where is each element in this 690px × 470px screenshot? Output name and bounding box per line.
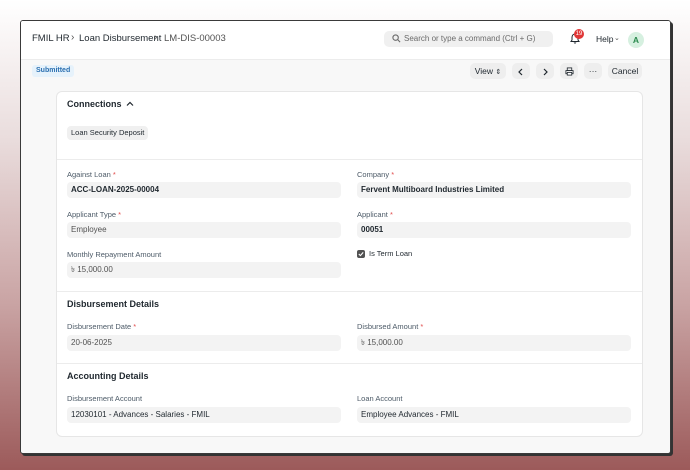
- view-label: View: [474, 66, 494, 76]
- search-placeholder: Search or type a command (Ctrl + G): [404, 34, 536, 43]
- company-label: Company *: [357, 170, 395, 179]
- notification-count-badge: 19: [574, 29, 584, 39]
- applicant-type-field[interactable]: Employee: [67, 222, 341, 238]
- loan-account-label: Loan Account: [357, 394, 403, 403]
- disbursed-amount-label: Disbursed Amount *: [357, 322, 424, 331]
- disbursement-date-field[interactable]: 20-06-2025: [67, 335, 341, 351]
- breadcrumb-separator-icon: ›: [71, 32, 75, 43]
- cancel-button[interactable]: Cancel: [608, 63, 642, 79]
- chevron-left-icon: [518, 68, 523, 76]
- previous-doc-button[interactable]: [512, 63, 530, 79]
- section-divider: [57, 363, 642, 364]
- against-loan-field[interactable]: ACC-LOAN-2025-00004: [67, 182, 341, 198]
- monthly-repayment-field[interactable]: ৳ 15,000.00: [67, 262, 341, 278]
- search-icon: [392, 34, 401, 43]
- connections-title[interactable]: Connections: [67, 99, 122, 109]
- company-field[interactable]: Fervent Multiboard Industries Limited: [357, 182, 631, 198]
- against-loan-label: Against Loan *: [67, 170, 116, 179]
- is-term-loan-checkbox[interactable]: [357, 250, 365, 258]
- help-menu[interactable]: Help: [596, 34, 613, 44]
- connection-chip-loan-security-deposit[interactable]: Loan Security Deposit: [67, 126, 149, 140]
- print-button[interactable]: [560, 63, 578, 79]
- cancel-label: Cancel: [611, 66, 639, 76]
- more-dots-icon: ···: [588, 66, 598, 76]
- view-menu-button[interactable]: View ⇕: [470, 63, 506, 79]
- chevron-down-icon: ⌄: [614, 35, 620, 42]
- monthly-repayment-label: Monthly Repayment Amount: [67, 250, 162, 259]
- accounting-details-title: Accounting Details: [67, 371, 149, 381]
- sort-icon: ⇕: [495, 69, 502, 76]
- disbursement-details-title: Disbursement Details: [67, 299, 160, 309]
- is-term-loan-label: Is Term Loan: [369, 249, 413, 258]
- more-actions-button[interactable]: ···: [584, 63, 602, 79]
- search-bar[interactable]: Search or type a command (Ctrl + G): [384, 31, 553, 47]
- avatar[interactable]: A: [628, 32, 644, 48]
- checkmark-icon: [358, 252, 364, 257]
- form-card: Connections Loan Security Deposit Agains…: [56, 91, 643, 437]
- applicant-label: Applicant *: [357, 210, 393, 219]
- disbursement-account-field[interactable]: 12030101 - Advances - Salaries - FMIL: [67, 407, 341, 423]
- breadcrumb-current: LM-DIS-00003: [164, 33, 226, 44]
- loan-account-field[interactable]: Employee Advances - FMIL: [357, 407, 631, 423]
- chevron-right-icon: [543, 68, 548, 76]
- section-divider: [57, 291, 642, 292]
- printer-icon: [564, 67, 574, 76]
- applicant-field[interactable]: 00051: [357, 222, 631, 238]
- navbar: FMIL HR › Loan Disbursement › LM-DIS-000…: [21, 21, 670, 60]
- section-divider: [57, 159, 642, 160]
- breadcrumb-doctype[interactable]: Loan Disbursement: [79, 33, 161, 44]
- breadcrumb-app[interactable]: FMIL HR: [32, 33, 70, 44]
- next-doc-button[interactable]: [536, 63, 554, 79]
- disbursed-amount-field[interactable]: ৳ 15,000.00: [357, 335, 631, 351]
- disbursement-date-label: Disbursement Date *: [67, 322, 137, 331]
- breadcrumb-separator-icon: ›: [154, 32, 158, 43]
- applicant-type-label: Applicant Type *: [67, 210, 122, 219]
- app-window: FMIL HR › Loan Disbursement › LM-DIS-000…: [20, 20, 671, 454]
- disbursement-account-label: Disbursement Account: [67, 394, 143, 403]
- status-badge: Submitted: [32, 65, 75, 77]
- chevron-up-icon[interactable]: [126, 100, 134, 108]
